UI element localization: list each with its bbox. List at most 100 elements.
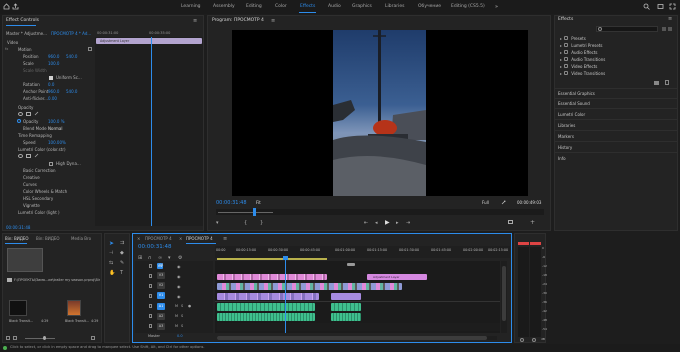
clip-selector[interactable]: ПРОСМОТР 4 * Ad... xyxy=(51,31,91,36)
markers-tab[interactable]: Markers xyxy=(558,134,574,139)
mark-out-icon[interactable]: } xyxy=(260,220,263,226)
bin-item-thumb-1[interactable] xyxy=(9,300,27,316)
workspace-tab-editing[interactable]: Editing xyxy=(246,4,262,9)
effects-tree-audio-effects[interactable]: Audio Effects xyxy=(560,50,598,55)
high-dynamic-checkbox[interactable] xyxy=(49,162,53,166)
rotation-value[interactable]: 0.0 xyxy=(48,82,54,87)
eye-icon[interactable]: ◉ xyxy=(177,294,181,299)
workspace-tab-libraries[interactable]: Libraries xyxy=(385,4,404,9)
home-icon[interactable] xyxy=(3,3,10,10)
mini-playhead[interactable] xyxy=(151,37,152,226)
speed-value[interactable]: 100.00% xyxy=(48,140,66,145)
timeline-tab-2[interactable]: ПРОСМОТР 4 xyxy=(186,236,213,241)
a3-empty-lane[interactable] xyxy=(217,323,500,331)
a1-audio-clip-2[interactable] xyxy=(331,303,361,311)
share-icon[interactable] xyxy=(12,3,19,10)
workspace-tab-graphics[interactable]: Graphics xyxy=(352,4,372,9)
track-label-a1[interactable]: A1 xyxy=(157,303,165,310)
bin-tab-2[interactable]: Bin: ВИДЕО xyxy=(36,236,60,241)
fit-select[interactable]: Fit xyxy=(256,200,261,205)
program-playhead[interactable] xyxy=(253,208,256,216)
list-view-icon[interactable] xyxy=(6,336,10,340)
mute-button[interactable]: M xyxy=(175,304,178,308)
bin-item-thumb-2[interactable] xyxy=(67,300,81,316)
pen-tool-icon[interactable]: ✎ xyxy=(120,260,124,266)
workspace-tab-editing-cs55[interactable]: Editing (CS5.5) xyxy=(451,4,485,9)
opacity-section-label[interactable]: Opacity xyxy=(18,105,33,110)
v1-clip-2[interactable] xyxy=(331,293,361,300)
export-frame-icon[interactable] xyxy=(508,220,513,224)
program-timecode[interactable]: 00:00:31:48 xyxy=(216,200,247,206)
32bit-filter-icon[interactable] xyxy=(668,27,672,31)
mute-button[interactable]: M xyxy=(175,324,178,328)
track-label-v3[interactable]: V3 xyxy=(157,272,165,279)
v4-clip[interactable] xyxy=(347,263,355,266)
opacity-value[interactable]: 100.0 % xyxy=(48,119,65,124)
timeline-zoom-thumb[interactable] xyxy=(217,336,487,340)
program-menu-icon[interactable]: ≡ xyxy=(271,18,275,24)
settings-wrench-icon[interactable] xyxy=(501,200,506,205)
mini-adjustment-clip[interactable]: Adjustment Layer xyxy=(96,38,202,44)
v2-clip-strip[interactable] xyxy=(217,283,402,290)
slip-tool-icon[interactable]: ⇆ xyxy=(109,260,113,266)
effect-controls-title[interactable]: Effect Controls xyxy=(6,18,39,23)
selection-tool-icon[interactable]: ➤ xyxy=(109,240,114,247)
track-label-a3[interactable]: A3 xyxy=(157,323,165,330)
solo-right-button[interactable] xyxy=(532,338,536,342)
play-icon[interactable]: ▶ xyxy=(385,219,390,226)
master-track-value[interactable]: 0.0 xyxy=(177,334,183,338)
anti-flicker-value[interactable]: 0.00 xyxy=(48,96,57,101)
v3-adjustment-clip[interactable]: Adjustment Layer xyxy=(367,274,427,280)
lumetri-color-2-label[interactable]: Lumetri Color (light ) xyxy=(18,210,60,215)
razor-tool-icon[interactable]: ◆ xyxy=(120,250,124,256)
scale-value[interactable]: 100.0 xyxy=(48,61,59,66)
fullscreen-icon[interactable] xyxy=(669,3,676,10)
eye-icon[interactable]: ◉ xyxy=(177,274,181,279)
ripple-edit-tool-icon[interactable]: ⊣ xyxy=(109,250,113,256)
workspaces-overflow-icon[interactable]: » xyxy=(495,4,498,10)
essential-graphics-tab[interactable]: Essential Graphics xyxy=(558,91,595,96)
lumetri-pen-mask-icon[interactable] xyxy=(34,153,39,158)
track-label-a2[interactable]: A2 xyxy=(157,313,165,320)
position-x-value[interactable]: 960.0 xyxy=(48,54,59,59)
add-marker-icon[interactable]: ▾ xyxy=(216,220,219,226)
eye-icon[interactable]: ◉ xyxy=(177,264,181,269)
hand-tool-icon[interactable]: ✋ xyxy=(109,270,115,276)
eye-icon[interactable]: ◉ xyxy=(177,284,181,289)
anchor-x-value[interactable]: 960.0 xyxy=(48,89,59,94)
zoom-slider[interactable] xyxy=(25,338,55,339)
program-title[interactable]: Program: ПРОСМОТР 4 xyxy=(212,18,264,23)
source-selector[interactable]: Master * Adjustme... xyxy=(6,31,47,36)
rectangle-mask-icon[interactable] xyxy=(26,112,31,116)
lumetri-section-creative[interactable]: Creative xyxy=(23,175,40,180)
new-item-icon[interactable] xyxy=(91,336,95,340)
pen-mask-icon[interactable] xyxy=(34,111,39,116)
blend-mode-select[interactable]: Normal xyxy=(48,126,62,131)
new-bin-icon[interactable] xyxy=(654,81,659,85)
effects-tree-audio-transitions[interactable]: Audio Transitions xyxy=(560,57,605,62)
lumetri-section-curves[interactable]: Curves xyxy=(23,182,37,187)
a2-audio-clip-2[interactable] xyxy=(331,313,361,321)
timeline-timecode[interactable]: 00:00:31:48 xyxy=(138,244,172,250)
lumetri-color-label[interactable]: Lumetri Color (color.str) xyxy=(18,147,66,152)
work-area-bar[interactable] xyxy=(217,258,327,260)
lock-icon[interactable] xyxy=(149,324,152,328)
lock-icon[interactable] xyxy=(149,294,152,298)
go-to-out-icon[interactable]: ⇥ xyxy=(406,220,410,226)
solo-left-button[interactable] xyxy=(520,338,524,342)
v3-clip-strip[interactable] xyxy=(217,274,327,280)
zoom-slider-thumb[interactable] xyxy=(43,336,46,340)
bin-tab-1[interactable]: Bin: ВИДЕО xyxy=(5,236,29,241)
type-tool-icon[interactable]: T xyxy=(120,270,123,276)
effect-controls-timecode[interactable]: 00:00:31:48 xyxy=(6,225,30,230)
motion-transform-icon[interactable] xyxy=(88,47,92,51)
timeline-vertical-scrollbar-thumb[interactable] xyxy=(502,266,506,321)
search-icon[interactable] xyxy=(643,3,650,10)
info-tab[interactable]: Info xyxy=(558,156,566,161)
a2-audio-clip[interactable] xyxy=(217,313,315,321)
button-editor-icon[interactable]: + xyxy=(530,219,535,226)
track-label-v1[interactable]: V1 xyxy=(157,292,165,299)
step-forward-icon[interactable]: ▸ xyxy=(396,220,399,226)
step-back-icon[interactable]: ◂ xyxy=(375,220,378,226)
v1-clip-strip[interactable] xyxy=(217,293,319,300)
